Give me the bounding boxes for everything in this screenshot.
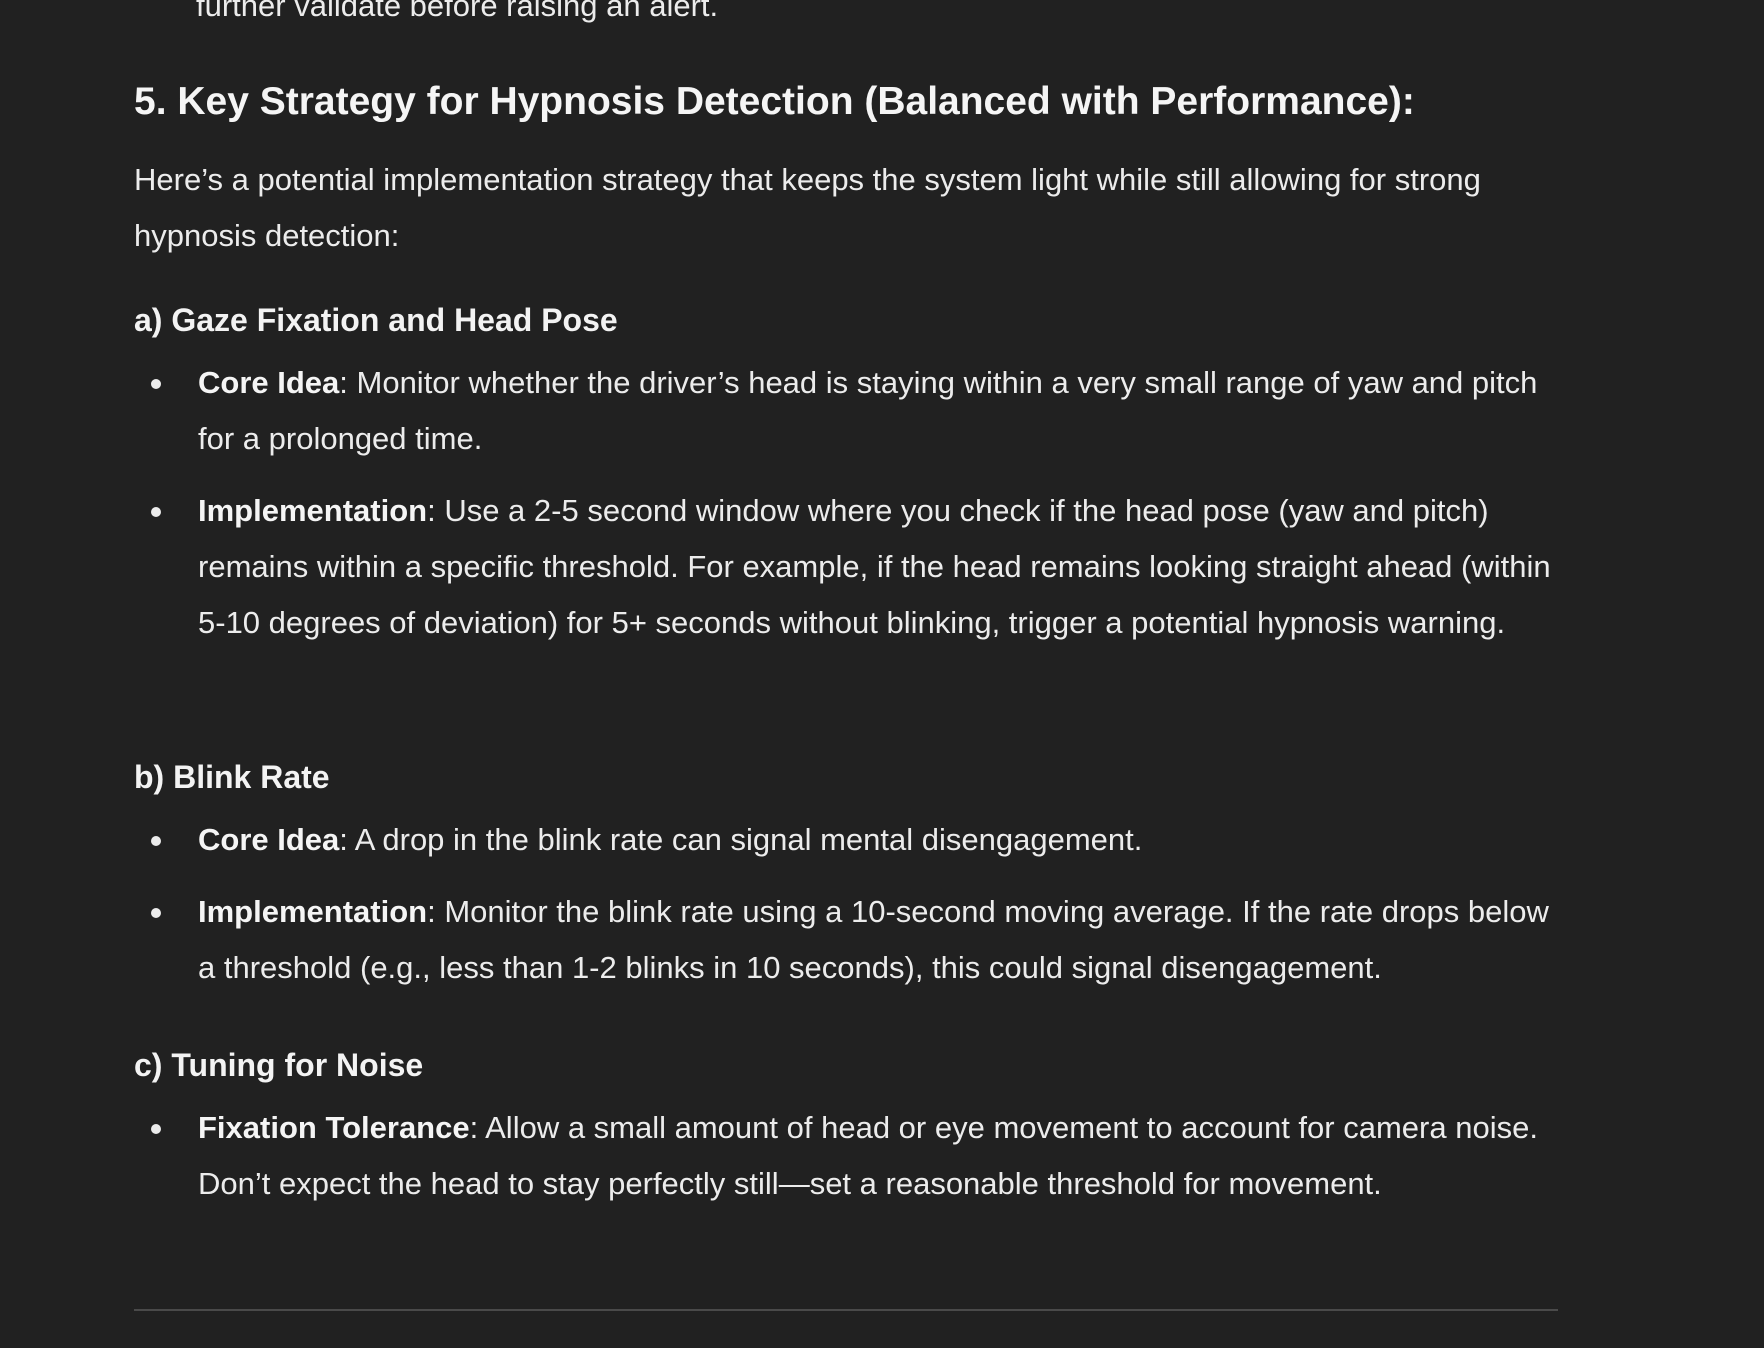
- bullet-icon: [151, 507, 161, 517]
- subsection-heading-blink-rate: b) Blink Rate: [134, 759, 330, 795]
- item-term: Implementation: [198, 894, 428, 929]
- intro-paragraph: Here’s a potential implementation strate…: [134, 162, 1481, 253]
- item-term: Core Idea: [198, 365, 340, 400]
- list-item: Fixation Tolerance: Allow a small amount…: [134, 1100, 1558, 1212]
- horizontal-divider: [134, 1309, 1558, 1311]
- item-text: : A drop in the blink rate can signal me…: [339, 822, 1143, 857]
- item-text: : Monitor whether the driver’s head is s…: [198, 365, 1538, 456]
- bullet-list-gaze-fixation: Core Idea: Monitor whether the driver’s …: [134, 355, 1558, 667]
- item-term: Fixation Tolerance: [198, 1110, 470, 1145]
- list-item: Core Idea: Monitor whether the driver’s …: [134, 355, 1558, 467]
- item-term: Implementation: [198, 493, 428, 528]
- list-item: Implementation: Use a 2-5 second window …: [134, 483, 1558, 651]
- bullet-list-tuning-noise: Fixation Tolerance: Allow a small amount…: [134, 1100, 1558, 1228]
- bullet-icon: [151, 1124, 161, 1134]
- bullet-list-blink-rate: Core Idea: A drop in the blink rate can …: [134, 812, 1558, 1012]
- list-item: Core Idea: A drop in the blink rate can …: [134, 812, 1558, 868]
- section-heading: 5. Key Strategy for Hypnosis Detection (…: [134, 80, 1415, 123]
- cutoff-text-line: further validate before raising an alert…: [196, 0, 719, 23]
- item-term: Core Idea: [198, 822, 340, 857]
- bullet-icon: [151, 379, 161, 389]
- bullet-icon: [151, 908, 161, 918]
- subsection-heading-gaze-fixation: a) Gaze Fixation and Head Pose: [134, 302, 618, 338]
- subsection-heading-tuning-noise: c) Tuning for Noise: [134, 1047, 424, 1083]
- list-item: Implementation: Monitor the blink rate u…: [134, 884, 1558, 996]
- bullet-icon: [151, 836, 161, 846]
